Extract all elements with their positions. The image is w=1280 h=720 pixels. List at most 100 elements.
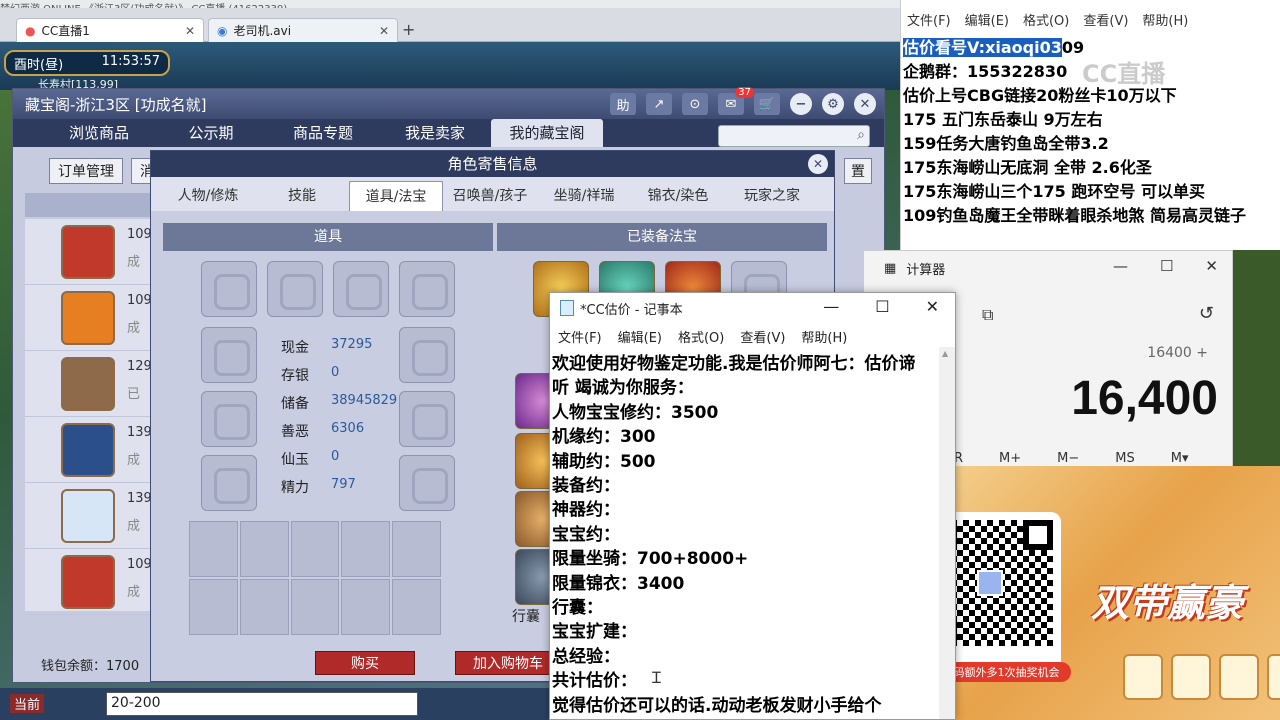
bag-slot[interactable] xyxy=(341,521,391,577)
menu-edit[interactable]: 编辑(E) xyxy=(965,10,1009,29)
window-title-strip: 梦幻西游 ONLINE 《浙江3区(功成名就)》 CC直播 (41622339) xyxy=(0,0,900,8)
message-icon[interactable]: ✉ 37 xyxy=(718,87,754,115)
item-slot[interactable] xyxy=(399,455,455,511)
settings-icon[interactable]: ⚙ xyxy=(822,93,844,115)
text-line: 限量坐骑：700+8000+ xyxy=(552,549,749,570)
role-level: 109 xyxy=(127,293,152,308)
item-slot[interactable] xyxy=(399,327,455,383)
search-icon[interactable]: ⌕ xyxy=(857,127,865,143)
menu-file[interactable]: 文件(F) xyxy=(907,10,951,29)
notepad-text-area[interactable]: 欢迎使用好物鉴定功能.我是估价师阿七：估价谛 听 竭诚为你服务： 人物宝宝修约：… xyxy=(550,350,955,719)
keep-on-top-icon[interactable]: ⧉ xyxy=(982,305,993,325)
browser-logo-icon: ● xyxy=(25,23,36,38)
bag-slot[interactable] xyxy=(189,521,238,577)
menu-format[interactable]: 格式(O) xyxy=(678,327,724,346)
bag-slot[interactable] xyxy=(290,521,340,577)
tab-items[interactable]: 道具/法宝 xyxy=(349,181,443,211)
record-button[interactable]: ⊙ xyxy=(682,93,708,115)
memory-store-button[interactable]: MS xyxy=(1115,451,1134,466)
notepad-icon xyxy=(560,300,574,316)
role-status: 成 xyxy=(127,453,141,468)
vertical-scrollbar[interactable] xyxy=(939,347,955,719)
minimize-icon[interactable]: − xyxy=(790,93,812,115)
cart-icon[interactable]: 🛒 xyxy=(754,93,780,115)
tab-character[interactable]: 人物/修炼 xyxy=(161,181,255,211)
nav-browse[interactable]: 浏览商品 xyxy=(43,119,155,147)
bag-slot[interactable] xyxy=(189,579,238,635)
bag-slot[interactable] xyxy=(392,579,441,635)
nav-topics[interactable]: 商品专题 xyxy=(267,119,379,147)
close-icon[interactable]: ✕ xyxy=(379,24,389,38)
list-item[interactable]: 129 已 xyxy=(25,351,155,417)
list-item[interactable]: 139 成 xyxy=(25,417,155,483)
order-manage-button[interactable]: 订单管理 xyxy=(49,158,123,184)
list-item[interactable]: 109 成 xyxy=(25,549,155,615)
history-icon[interactable]: ↺ xyxy=(1199,303,1214,324)
text-line: 宝宝约： xyxy=(552,524,620,545)
tab-pets[interactable]: 召唤兽/孩子 xyxy=(443,181,537,211)
close-icon[interactable]: ✕ xyxy=(808,154,828,174)
buy-button[interactable]: 购买 xyxy=(315,651,415,675)
role-list: 109 成 109 成 129 已 139 成 139 成 109 成 xyxy=(25,219,155,615)
stat-cash: 现金 37295 xyxy=(281,337,372,357)
tab-skills[interactable]: 技能 xyxy=(255,181,349,211)
chat-channel[interactable]: 当前 xyxy=(10,694,45,713)
maximize-icon[interactable]: ☐ xyxy=(875,297,889,316)
nav-seller[interactable]: 我是卖家 xyxy=(379,119,491,147)
cbg-search-input[interactable]: ⌕ xyxy=(718,125,870,147)
minimize-icon[interactable]: — xyxy=(1113,257,1128,275)
role-list-header xyxy=(25,193,155,217)
avatar xyxy=(61,291,115,345)
tab-video[interactable]: ◉ 老司机.avi ✕ xyxy=(208,18,398,42)
list-item[interactable]: 109 成 xyxy=(25,285,155,351)
cc-watermark: CC直播 xyxy=(1082,60,1166,88)
bag-slot[interactable] xyxy=(239,521,289,577)
chat-input[interactable]: 20-200 xyxy=(106,692,418,716)
nav-public[interactable]: 公示期 xyxy=(155,119,267,147)
help-button[interactable]: 助 xyxy=(610,93,636,115)
maximize-icon[interactable]: ☐ xyxy=(1160,257,1173,275)
close-icon[interactable]: ✕ xyxy=(854,93,876,115)
list-item[interactable]: 139 成 xyxy=(25,483,155,549)
text-line: 觉得估价还可以的话.动动老板发财小手给个 xyxy=(552,695,882,716)
memory-list-button[interactable]: M▾ xyxy=(1171,451,1189,466)
add-cart-button[interactable]: 加入购物车 xyxy=(455,651,561,675)
item-slot[interactable] xyxy=(201,261,257,317)
item-slot[interactable] xyxy=(201,391,257,447)
item-slot[interactable] xyxy=(399,261,455,317)
setup-button[interactable]: 置 xyxy=(844,158,872,184)
menu-help[interactable]: 帮助(H) xyxy=(1142,10,1188,29)
close-icon[interactable]: ✕ xyxy=(1205,257,1218,275)
tab-mounts[interactable]: 坐骑/祥瑞 xyxy=(537,181,631,211)
item-slot[interactable] xyxy=(201,327,257,383)
item-slot[interactable] xyxy=(333,261,389,317)
new-tab-icon[interactable]: + xyxy=(402,20,415,39)
menu-help[interactable]: 帮助(H) xyxy=(801,327,847,346)
menu-view[interactable]: 查看(V) xyxy=(1083,10,1128,29)
bag-slot[interactable] xyxy=(239,579,289,635)
memory-subtract-button[interactable]: M− xyxy=(1057,451,1079,466)
item-slot[interactable] xyxy=(267,261,323,317)
tab-cc-live[interactable]: ● CC直播1 ✕ xyxy=(16,18,204,42)
item-slot[interactable] xyxy=(399,391,455,447)
menu-view[interactable]: 查看(V) xyxy=(740,327,785,346)
close-icon[interactable]: ✕ xyxy=(926,297,939,316)
menu-format[interactable]: 格式(O) xyxy=(1023,10,1069,29)
bag-slot[interactable] xyxy=(392,521,441,577)
share-button[interactable]: ↗ xyxy=(646,93,672,115)
nav-my-cbg[interactable]: 我的藏宝阁 xyxy=(491,119,603,147)
item-slot[interactable] xyxy=(201,455,257,511)
memory-add-button[interactable]: M+ xyxy=(999,451,1021,466)
close-icon[interactable]: ✕ xyxy=(185,24,195,38)
menu-edit[interactable]: 编辑(E) xyxy=(618,327,662,346)
bag-slot[interactable] xyxy=(341,579,391,635)
tab-home[interactable]: 玩家之家 xyxy=(725,181,819,211)
list-item[interactable]: 109 成 xyxy=(25,219,155,285)
cbg-titlebar: 藏宝阁-浙江3区 [功成名就] 助 ↗ ⊙ ✉ 37 🛒 − ⚙ ✕ xyxy=(13,87,884,119)
menu-file[interactable]: 文件(F) xyxy=(558,327,602,346)
tab-outfits[interactable]: 锦衣/染色 xyxy=(631,181,725,211)
minimize-icon[interactable]: — xyxy=(823,297,839,316)
role-level: 109 xyxy=(127,227,152,242)
bag-slot[interactable] xyxy=(290,579,340,635)
browser-tabbar: 梦幻西游 ONLINE 《浙江3区(功成名就)》 CC直播 (41622339)… xyxy=(0,0,900,42)
